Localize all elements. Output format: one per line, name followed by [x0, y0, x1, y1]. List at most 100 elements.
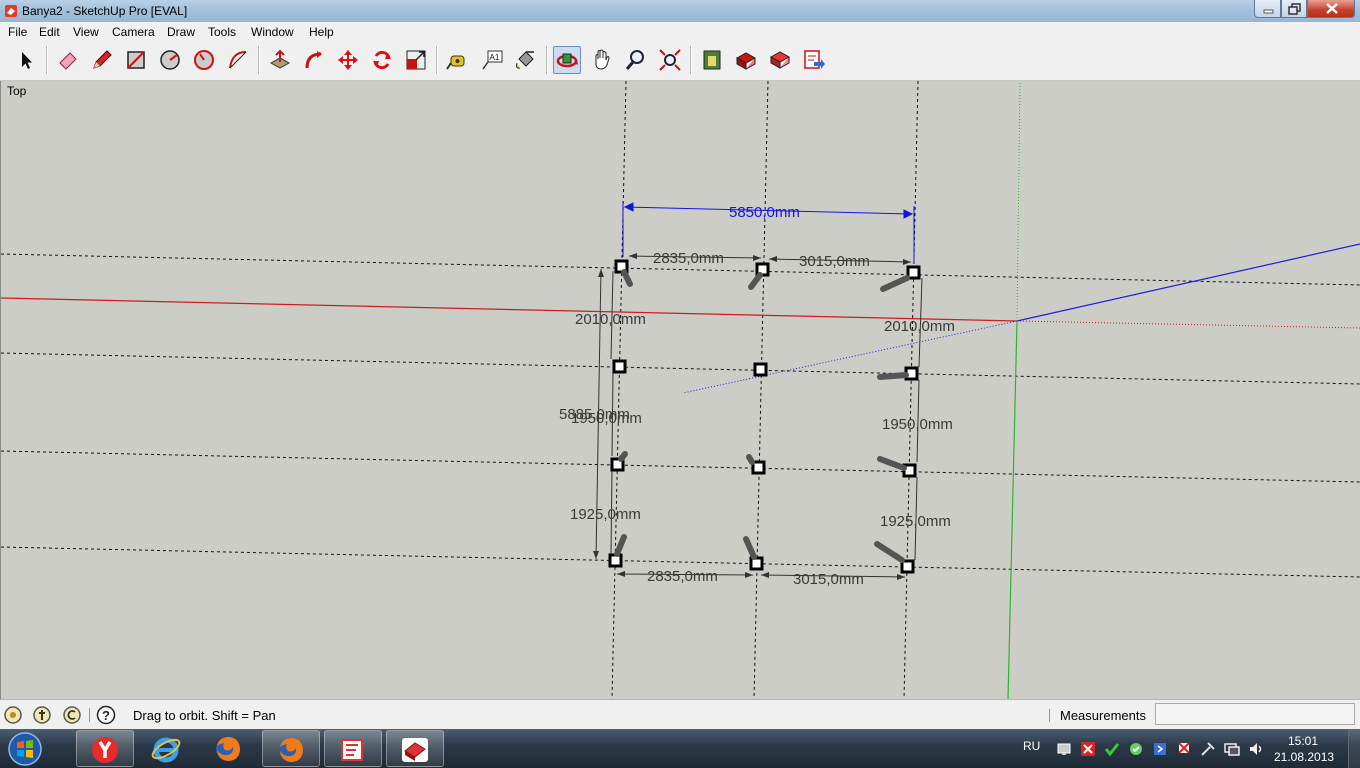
share-component-button[interactable]	[766, 46, 794, 74]
tape-measure-tool-button[interactable]	[444, 46, 472, 74]
taskbar-firefox-open[interactable]	[262, 730, 320, 767]
menu-camera[interactable]: Camera	[112, 25, 155, 39]
menu-draw[interactable]: Draw	[167, 25, 195, 39]
rotate-icon	[373, 50, 391, 70]
minimize-button[interactable]	[1254, 0, 1281, 18]
taskbar-internet-explorer[interactable]	[138, 730, 196, 767]
red-axis-negative	[1016, 320, 1360, 329]
close-icon	[1326, 3, 1338, 14]
menu-file[interactable]: File	[8, 25, 27, 39]
share-model-button[interactable]	[732, 46, 760, 74]
zoom-extents-tool-button[interactable]	[656, 46, 684, 74]
share-component-icon	[769, 51, 791, 69]
send-to-layout-icon	[804, 50, 825, 69]
blue-axis	[1016, 243, 1360, 322]
taskbar-firefox[interactable]	[200, 730, 258, 767]
warehouse-icon	[703, 50, 721, 70]
sync-tray-icon[interactable]	[1128, 741, 1144, 757]
clock-date[interactable]: 21.08.2013	[1274, 750, 1334, 764]
arc-tool-button[interactable]	[224, 46, 252, 74]
orbit-tool-button[interactable]	[553, 46, 581, 74]
polygon-tool-button[interactable]	[190, 46, 218, 74]
taskbar-yandex-browser[interactable]	[76, 730, 134, 767]
circle-tool-button[interactable]	[156, 46, 184, 74]
internet-explorer-icon	[151, 737, 181, 763]
eraser-icon	[59, 52, 77, 70]
toolbar-separator	[690, 46, 692, 74]
zoom-tool-button[interactable]	[622, 46, 650, 74]
modeling-viewport[interactable]: 5850,0mm 2835,0mm 3015,0mm 2010,0mm 5885…	[0, 81, 1360, 699]
status-divider	[1049, 709, 1050, 722]
taskbar: RU 15:01 21.08.2013	[0, 729, 1360, 768]
move-tool-button[interactable]	[334, 46, 362, 74]
menu-window[interactable]: Window	[251, 25, 294, 39]
posts	[608, 259, 921, 574]
clock-time[interactable]: 15:01	[1278, 734, 1328, 748]
menu-bar: File Edit View Camera Draw Tools Window …	[0, 22, 1360, 41]
bluetooth-tray-icon[interactable]	[1152, 741, 1168, 757]
follow-me-tool-button[interactable]	[300, 46, 328, 74]
copyright-icon[interactable]	[62, 705, 82, 725]
help-icon[interactable]: ?	[96, 705, 116, 725]
push-pull-icon	[269, 49, 291, 69]
taskbar-layout[interactable]	[324, 730, 382, 767]
network-tray-icon[interactable]	[1056, 741, 1072, 757]
restore-icon	[1288, 3, 1301, 15]
pencil-tool-button[interactable]	[88, 46, 116, 74]
share-model-icon	[735, 52, 757, 70]
rotate-tool-button[interactable]	[368, 46, 396, 74]
display-tray-icon[interactable]	[1224, 741, 1240, 757]
geo-location-icon[interactable]	[3, 705, 23, 725]
measurements-input[interactable]	[1155, 703, 1355, 725]
credits-icon[interactable]	[32, 705, 52, 725]
rectangle-tool-button[interactable]	[122, 46, 150, 74]
dimension-right-3: 1925,0mm	[880, 513, 951, 530]
zoom-extents-icon	[659, 49, 681, 71]
volume-tray-icon[interactable]	[1248, 741, 1264, 757]
dimension-total-width: 5850,0mm	[729, 204, 800, 221]
restore-button[interactable]	[1281, 0, 1307, 18]
circle-icon	[160, 50, 180, 70]
dimension-top-right: 3015,0mm	[799, 253, 870, 270]
send-to-layout-button[interactable]	[800, 46, 828, 74]
get-models-button[interactable]	[698, 46, 726, 74]
language-indicator[interactable]: RU	[1023, 739, 1040, 753]
select-tool-button[interactable]	[12, 46, 40, 74]
dimension-top-left: 2835,0mm	[653, 250, 724, 267]
menu-help[interactable]: Help	[309, 25, 334, 39]
polygon-icon	[194, 50, 214, 70]
model-scene[interactable]: 5850,0mm 2835,0mm 3015,0mm 2010,0mm 5885…	[1, 81, 1360, 699]
menu-tools[interactable]: Tools	[208, 25, 236, 39]
status-divider	[89, 708, 90, 722]
push-pull-tool-button[interactable]	[266, 46, 294, 74]
show-desktop-button[interactable]	[1348, 729, 1360, 768]
measurements-label: Measurements	[1060, 708, 1146, 723]
eraser-tool-button[interactable]	[54, 46, 82, 74]
flag-tray-icon[interactable]	[1176, 741, 1192, 757]
green-axis-negative	[1016, 81, 1021, 322]
checkmark-tray-icon[interactable]	[1104, 741, 1120, 757]
move-arrows-icon	[338, 50, 358, 70]
firefox-icon	[216, 737, 240, 761]
text-tool-button[interactable]: A1	[478, 46, 506, 74]
view-name-label: Top	[7, 84, 27, 98]
menu-view[interactable]: View	[73, 25, 99, 39]
sketchup-app-icon[interactable]	[4, 4, 18, 18]
paint-bucket-tool-button[interactable]	[512, 46, 540, 74]
taskbar-sketchup[interactable]	[386, 730, 444, 767]
toolbar-separator	[46, 46, 48, 74]
windows-start-button[interactable]	[4, 730, 46, 767]
svg-text:A1: A1	[490, 53, 500, 62]
pan-tool-button[interactable]	[588, 46, 616, 74]
green-axis	[1007, 320, 1018, 699]
antivirus-tray-icon[interactable]	[1080, 741, 1096, 757]
scale-tool-button[interactable]	[402, 46, 430, 74]
pencil-icon	[93, 50, 112, 69]
close-button[interactable]	[1307, 0, 1355, 18]
dimension-bottom-right: 3015,0mm	[793, 571, 864, 588]
menu-edit[interactable]: Edit	[39, 25, 60, 39]
tape-measure-icon	[446, 55, 465, 70]
tools-tray-icon[interactable]	[1200, 741, 1216, 757]
sketchup-icon	[402, 738, 428, 762]
paint-bucket-icon	[515, 51, 534, 69]
